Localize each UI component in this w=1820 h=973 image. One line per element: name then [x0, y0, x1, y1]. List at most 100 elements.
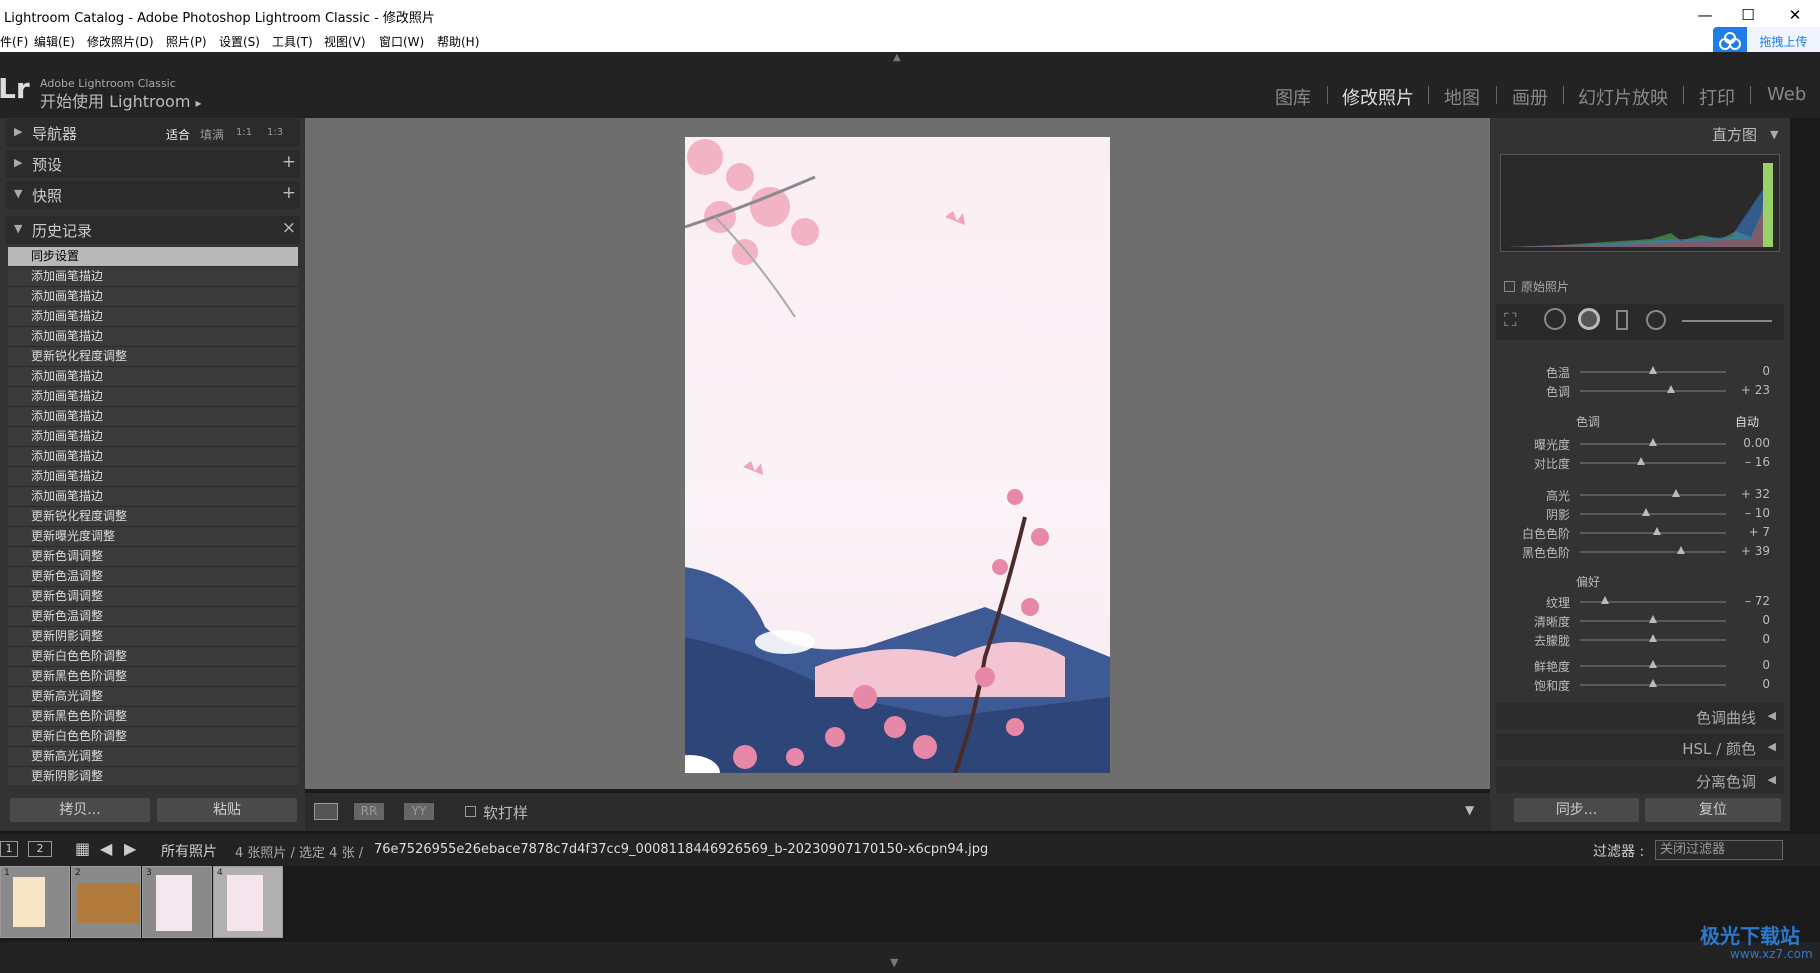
slider-thumb[interactable] [1649, 615, 1657, 623]
split-toning-header[interactable]: 分离色调 ◀ [1496, 767, 1784, 793]
original-photo-checkbox[interactable] [1504, 281, 1515, 292]
module-book[interactable]: 画册 [1512, 84, 1548, 110]
brush-slider[interactable] [1682, 320, 1772, 322]
slider-thumb[interactable] [1649, 660, 1657, 668]
slider-row[interactable]: 高光 + 32 [1490, 485, 1790, 503]
menu-tools[interactable]: 工具(T) [272, 33, 313, 50]
slider-row[interactable]: 鲜艳度 0 [1490, 656, 1790, 674]
history-item[interactable]: 更新阴影调整 [8, 627, 298, 647]
paste-button[interactable]: 粘贴 [157, 798, 297, 822]
prev-icon[interactable]: ◀ [100, 839, 112, 858]
slider-row[interactable]: 色调 + 23 [1490, 381, 1790, 399]
maximize-button[interactable]: ☐ [1728, 0, 1768, 30]
slider-track[interactable] [1580, 494, 1726, 496]
module-web[interactable]: Web [1767, 84, 1806, 105]
slider-value[interactable]: + 23 [1741, 383, 1770, 397]
history-item[interactable]: 更新白色色阶调整 [8, 647, 298, 667]
filter-select[interactable]: 关闭过滤器 [1655, 840, 1783, 860]
slider-value[interactable]: 0 [1762, 364, 1770, 378]
slider-value[interactable]: – 10 [1745, 506, 1770, 520]
minimize-button[interactable]: — [1685, 0, 1725, 30]
bottom-panel-toggle-icon[interactable]: ▼ [890, 956, 898, 969]
tone-curve-header[interactable]: 色调曲线 ◀ [1496, 703, 1784, 729]
slider-value[interactable]: – 72 [1745, 594, 1770, 608]
slider-row[interactable]: 曝光度 0.00 [1490, 434, 1790, 452]
history-item[interactable]: 更新高光调整 [8, 747, 298, 767]
graduated-filter-icon[interactable] [1616, 310, 1628, 330]
clear-history-button[interactable]: × [282, 218, 296, 238]
history-item[interactable]: 添加画笔描边 [8, 327, 298, 347]
slider-row[interactable]: 饱和度 0 [1490, 675, 1790, 693]
module-print[interactable]: 打印 [1699, 84, 1735, 110]
slider-thumb[interactable] [1649, 438, 1657, 446]
add-preset-button[interactable]: + [282, 152, 296, 172]
nav-1to3[interactable]: 1:3 [267, 127, 283, 138]
menu-photo[interactable]: 照片(P) [166, 33, 207, 50]
slider-value[interactable]: + 39 [1741, 544, 1770, 558]
module-develop[interactable]: 修改照片 [1342, 84, 1414, 110]
main-photo[interactable] [685, 137, 1110, 773]
view-1-button[interactable]: 1 [0, 841, 18, 857]
history-item[interactable]: 添加画笔描边 [8, 467, 298, 487]
menu-file[interactable]: 件(F) [0, 33, 28, 50]
menu-develop[interactable]: 修改照片(D) [87, 33, 154, 50]
menu-view[interactable]: 视图(V) [324, 33, 366, 50]
history-item[interactable]: 更新色温调整 [8, 567, 298, 587]
slider-row[interactable]: 黑色色阶 + 39 [1490, 542, 1790, 560]
slider-thumb[interactable] [1649, 634, 1657, 642]
hsl-header[interactable]: HSL / 颜色 ◀ [1496, 734, 1784, 760]
history-item[interactable]: 添加画笔描边 [8, 367, 298, 387]
history-item[interactable]: 添加画笔描边 [8, 427, 298, 447]
identity-plate[interactable]: 开始使用 Lightroom ▸ [40, 88, 202, 112]
history-item[interactable]: 添加画笔描边 [8, 407, 298, 427]
sync-button[interactable]: 同步... [1514, 798, 1639, 822]
slider-thumb[interactable] [1653, 527, 1662, 535]
view-2-button[interactable]: 2 [28, 841, 52, 857]
snapshots-header[interactable]: ▼ 快照 + [6, 181, 300, 209]
history-item[interactable]: 更新色调调整 [8, 547, 298, 567]
slider-row[interactable]: 白色色阶 + 7 [1490, 523, 1790, 541]
history-item[interactable]: 更新色调调整 [8, 587, 298, 607]
module-map[interactable]: 地图 [1444, 84, 1480, 110]
radial-filter-icon[interactable] [1646, 310, 1666, 330]
slider-track[interactable] [1580, 513, 1726, 515]
navigator-header[interactable]: ▶ 导航器 适合 填满 1:1 1:3 [6, 119, 300, 147]
history-item[interactable]: 更新锐化程度调整 [8, 347, 298, 367]
menu-settings[interactable]: 设置(S) [219, 33, 260, 50]
menu-window[interactable]: 窗口(W) [379, 33, 424, 50]
thumbnail[interactable]: 1 [0, 866, 70, 938]
slider-row[interactable]: 去朦胧 0 [1490, 630, 1790, 648]
before-after-swap-icon[interactable]: YY [404, 803, 434, 820]
slider-track[interactable] [1580, 462, 1726, 464]
copy-button[interactable]: 拷贝... [10, 798, 150, 822]
history-header[interactable]: ▼ 历史记录 × [6, 216, 300, 244]
slider-value[interactable]: + 7 [1748, 525, 1770, 539]
history-item[interactable]: 更新黑色色阶调整 [8, 667, 298, 687]
softproof-checkbox[interactable] [465, 806, 476, 817]
history-item[interactable]: 更新黑色色阶调整 [8, 707, 298, 727]
module-slideshow[interactable]: 幻灯片放映 [1578, 84, 1668, 110]
history-item[interactable]: 更新曝光度调整 [8, 527, 298, 547]
slider-value[interactable]: 0 [1762, 613, 1770, 627]
nav-1to1[interactable]: 1:1 [236, 127, 252, 138]
slider-thumb[interactable] [1649, 679, 1657, 687]
collapse-icon[interactable]: ▼ [1770, 128, 1778, 141]
nav-fill[interactable]: 填满 [200, 126, 224, 143]
slider-row[interactable]: 色温 0 [1490, 362, 1790, 380]
history-item[interactable]: 更新色温调整 [8, 607, 298, 627]
crop-icon[interactable]: ⛶ [1504, 310, 1517, 331]
thumbnail[interactable]: 4 [213, 866, 283, 938]
history-item[interactable]: 添加画笔描边 [8, 307, 298, 327]
slider-thumb[interactable] [1672, 489, 1681, 497]
slider-thumb[interactable] [1641, 508, 1650, 516]
reset-button[interactable]: 复位 [1645, 798, 1781, 822]
slider-value[interactable]: + 32 [1741, 487, 1770, 501]
presets-header[interactable]: ▶ 预设 + [6, 150, 300, 178]
top-panel-toggle-icon[interactable]: ▲ [893, 52, 903, 63]
slider-row[interactable]: 阴影 – 10 [1490, 504, 1790, 522]
slider-thumb[interactable] [1676, 546, 1685, 554]
toolbar-menu-icon[interactable]: ▼ [1465, 803, 1474, 817]
thumbnail[interactable]: 3 [142, 866, 212, 938]
spot-removal-icon[interactable] [1544, 308, 1566, 330]
history-item[interactable]: 添加画笔描边 [8, 387, 298, 407]
